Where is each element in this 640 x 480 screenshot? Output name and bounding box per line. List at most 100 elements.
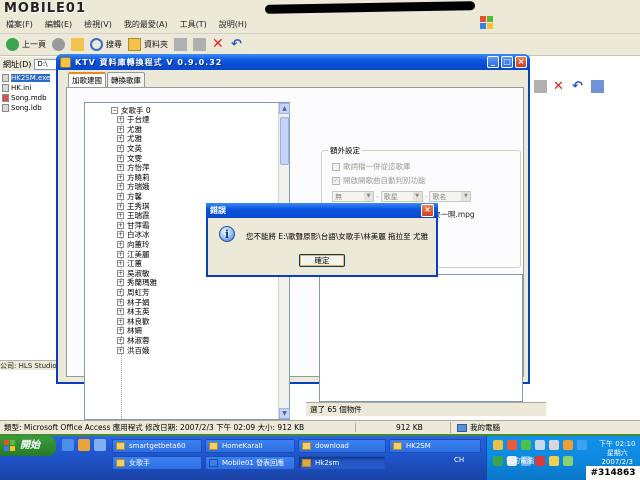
auto-detect-checkbox-row[interactable]: ✓ 開啟開歌曲自動判別功能	[332, 175, 426, 186]
scroll-up-icon[interactable]: ▲	[279, 103, 290, 114]
minimize-button[interactable]: _	[487, 56, 499, 68]
scroll-thumb[interactable]	[280, 117, 289, 165]
expand-icon[interactable]: +	[117, 135, 124, 143]
tree-item[interactable]: + 洪百娥	[117, 345, 157, 355]
singer-select[interactable]: 歌星 ▼	[380, 191, 423, 202]
start-button[interactable]: 開始	[0, 436, 56, 456]
song-list-panel[interactable]	[319, 274, 523, 402]
expand-icon[interactable]: +	[117, 193, 124, 201]
media-icon[interactable]	[78, 439, 90, 451]
expand-icon[interactable]: +	[117, 173, 124, 181]
collapse-icon[interactable]: −	[111, 107, 118, 114]
desktop-icon[interactable]	[94, 439, 106, 451]
copy-to-icon[interactable]	[534, 80, 547, 93]
tray-icon[interactable]	[577, 440, 587, 450]
tray-icon[interactable]	[563, 440, 573, 450]
expand-icon[interactable]: +	[117, 183, 124, 191]
expand-icon[interactable]: +	[117, 202, 124, 210]
expand-icon[interactable]: +	[117, 279, 124, 287]
undo-icon[interactable]: ↶	[231, 38, 244, 51]
expand-icon[interactable]: +	[117, 125, 124, 133]
separator-select[interactable]: 無 ▼	[332, 191, 374, 202]
tray-icon[interactable]	[549, 456, 559, 466]
tray-icon[interactable]	[493, 440, 503, 450]
auto-detect-checkbox[interactable]: ✓	[332, 176, 340, 185]
forward-button[interactable]	[52, 38, 65, 51]
window-controls: _ □ ×	[487, 56, 527, 68]
expand-icon[interactable]: +	[117, 346, 124, 354]
file-item[interactable]: HK.ini	[2, 83, 62, 93]
file-item[interactable]: Song.ldb	[2, 103, 62, 113]
file-item[interactable]: Song.mdb	[2, 93, 62, 103]
task-item[interactable]: HomeKaraII	[205, 439, 295, 453]
tray-icon[interactable]	[535, 456, 545, 466]
scroll-down-icon[interactable]: ▼	[279, 408, 290, 419]
close-button[interactable]: ×	[515, 56, 527, 68]
ktv-titlebar[interactable]: KTV 資料庫轉換程式 V 0.9.0.32 _ □ ×	[56, 54, 530, 70]
expand-icon[interactable]: +	[117, 308, 124, 316]
task-item[interactable]: 女歌手	[112, 456, 202, 470]
delete-icon[interactable]: ✕	[553, 80, 566, 93]
maximize-button[interactable]: □	[501, 56, 513, 68]
task-item[interactable]: download	[298, 439, 386, 453]
songname-select[interactable]: 歌名 ▼	[429, 191, 472, 202]
expand-icon[interactable]: +	[117, 145, 124, 153]
dialog-title[interactable]: 錯誤	[206, 203, 438, 218]
tray-icon[interactable]	[507, 440, 517, 450]
tab-convert-library[interactable]: 轉換歌庫	[107, 72, 145, 88]
lyrics-checkbox-row[interactable]: 歌詞檔一併從這歌庫	[332, 161, 411, 172]
network-icon[interactable]	[535, 440, 545, 450]
task-item[interactable]: Mobile01 發表回應	[205, 456, 295, 470]
expand-icon[interactable]: +	[117, 231, 124, 239]
expand-icon[interactable]: +	[117, 241, 124, 249]
address-input[interactable]: D:\	[34, 58, 59, 70]
tray-icon[interactable]	[493, 456, 503, 466]
menu-edit[interactable]: 編輯(E)	[45, 19, 72, 30]
dialog-close-button[interactable]: ×	[421, 204, 434, 217]
expand-icon[interactable]: +	[117, 317, 124, 325]
folders-button[interactable]: 資料夾	[128, 38, 168, 51]
undo-icon[interactable]: ↶	[572, 80, 585, 93]
views-icon[interactable]	[591, 80, 604, 93]
search-button[interactable]: 搜尋	[90, 38, 122, 51]
menu-file[interactable]: 檔案(F)	[6, 19, 33, 30]
tray-icon[interactable]	[563, 456, 573, 466]
expand-icon[interactable]: +	[117, 288, 124, 296]
lyrics-checkbox[interactable]	[332, 162, 340, 171]
expand-icon[interactable]: +	[117, 212, 124, 220]
folder-icon	[128, 38, 141, 51]
task-label: 女歌手	[129, 459, 150, 467]
menu-favorites[interactable]: 我的最愛(A)	[124, 19, 168, 30]
ok-button[interactable]: 確定	[299, 254, 345, 267]
task-item[interactable]: HK2SM	[389, 439, 481, 453]
up-folder-icon[interactable]	[71, 38, 84, 51]
expand-icon[interactable]: +	[117, 298, 124, 306]
expand-icon[interactable]: +	[117, 221, 124, 229]
move-to-icon[interactable]	[174, 38, 187, 51]
expand-icon[interactable]: +	[117, 250, 124, 258]
menu-view[interactable]: 檢視(V)	[84, 19, 112, 30]
clock-weekday: 星期六	[606, 449, 628, 457]
file-item[interactable]: HK2SM.exe	[2, 73, 62, 83]
expand-icon[interactable]: +	[117, 116, 124, 124]
my-computer-label[interactable]: 我的電腦	[506, 456, 534, 466]
menu-help[interactable]: 說明(H)	[219, 19, 247, 30]
clock[interactable]: 下午 02:10 星期六 2007/2/3	[599, 440, 635, 467]
expand-icon[interactable]: +	[117, 154, 124, 162]
back-button[interactable]: 上一頁	[6, 38, 46, 51]
volume-icon[interactable]	[549, 440, 559, 450]
tray-icon[interactable]	[521, 440, 531, 450]
expand-icon[interactable]: +	[117, 164, 124, 172]
copy-to-icon[interactable]	[193, 38, 206, 51]
ie-icon[interactable]	[62, 439, 74, 451]
expand-icon[interactable]: +	[117, 336, 124, 344]
menu-tools[interactable]: 工具(T)	[180, 19, 207, 30]
input-method[interactable]: CH	[454, 456, 464, 464]
task-item[interactable]: smartgetbeta60	[112, 439, 202, 453]
task-item-active[interactable]: Hk2sm	[298, 456, 386, 470]
tab-add-songs[interactable]: 加歌建國	[68, 72, 106, 88]
expand-icon[interactable]: +	[117, 269, 124, 277]
delete-icon[interactable]: ✕	[212, 37, 225, 51]
expand-icon[interactable]: +	[117, 260, 124, 268]
expand-icon[interactable]: +	[117, 327, 124, 335]
